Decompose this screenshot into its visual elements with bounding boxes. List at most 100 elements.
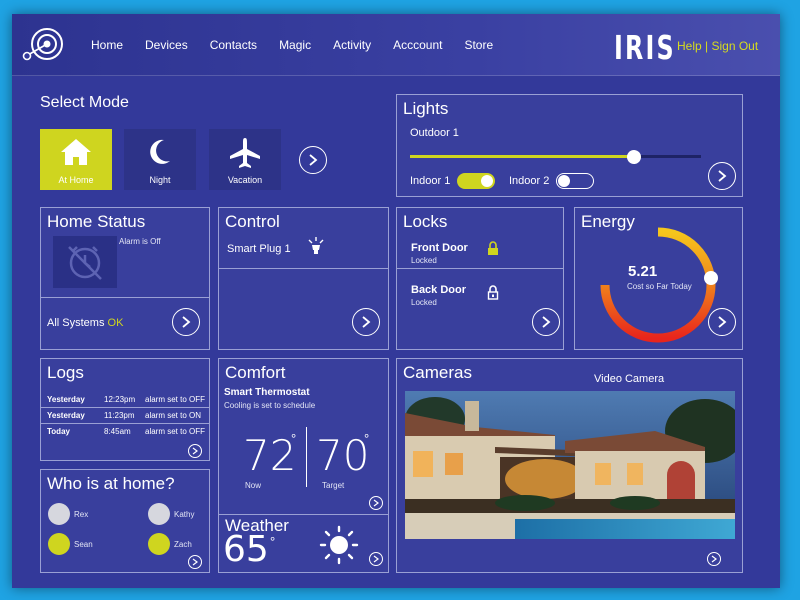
- logs-more-button[interactable]: [188, 444, 202, 458]
- header-links: Help | Sign Out: [677, 39, 758, 53]
- log-day: Today: [47, 427, 70, 436]
- log-day: Yesterday: [47, 395, 85, 404]
- nav-account[interactable]: Acccount: [393, 38, 442, 52]
- camera-feed-image[interactable]: [405, 391, 735, 539]
- energy-more-button[interactable]: [708, 308, 736, 336]
- control-more-button[interactable]: [352, 308, 380, 336]
- energy-panel: Energy 5.21 Cost so Far Today: [574, 207, 743, 350]
- slider-handle[interactable]: [627, 150, 642, 164]
- nav-store[interactable]: Store: [464, 38, 493, 52]
- lock-closed-icon[interactable]: [487, 241, 499, 256]
- target-label: Target: [322, 481, 345, 490]
- degree-symbol: °: [291, 431, 297, 446]
- chevron-right-icon: [718, 170, 727, 182]
- nav-contacts[interactable]: Contacts: [210, 38, 257, 52]
- person-avatar-kathy[interactable]: [148, 503, 170, 525]
- chevron-right-icon: [182, 316, 191, 328]
- outdoor-light-slider[interactable]: [410, 150, 701, 164]
- log-row: Yesterday 12:23pm alarm set to OFF: [41, 392, 209, 408]
- control-panel: Control Smart Plug 1: [218, 207, 389, 350]
- house-icon: [40, 137, 112, 169]
- person-avatar-rex[interactable]: [48, 503, 70, 525]
- locks-title: Locks: [403, 212, 448, 231]
- main-nav: Home Devices Contacts Magic Activity Acc…: [80, 14, 504, 76]
- indoor1-label: Indoor 1: [410, 175, 451, 187]
- nav-devices[interactable]: Devices: [145, 38, 188, 52]
- thermostat-status: Cooling is set to schedule: [224, 401, 316, 410]
- log-row: Yesterday 11:23pm alarm set to ON: [41, 408, 209, 424]
- lights-more-button[interactable]: [708, 162, 736, 190]
- logs-panel: Logs Yesterday 12:23pm alarm set to OFF …: [40, 358, 210, 461]
- moon-icon: [124, 137, 196, 169]
- panel-divider: [219, 268, 388, 269]
- log-row: Today 8:45am alarm set to OFF: [41, 424, 209, 440]
- front-door-name: Front Door: [411, 242, 468, 254]
- cameras-more-button[interactable]: [707, 552, 721, 566]
- systems-ok-badge: OK: [107, 317, 124, 329]
- comfort-more-button[interactable]: [369, 496, 383, 510]
- weather-more-button[interactable]: [369, 552, 383, 566]
- smart-plug-label[interactable]: Smart Plug 1: [227, 243, 291, 255]
- alarm-status-text: Alarm is Off: [119, 237, 161, 246]
- energy-value: 5.21: [628, 263, 658, 280]
- target-temperature[interactable]: 70: [316, 431, 369, 480]
- locks-panel: Locks Front Door Locked Back Door Locked: [396, 207, 564, 350]
- mode-label: At Home: [58, 175, 94, 185]
- iris-logo-icon[interactable]: [22, 24, 66, 68]
- back-door-name: Back Door: [411, 284, 467, 296]
- mode-next-button[interactable]: [299, 146, 327, 174]
- indoor2-toggle[interactable]: [556, 173, 594, 189]
- weather-temperature: 65: [223, 529, 269, 570]
- brand-logo: IRIS: [614, 28, 676, 67]
- dashboard: Home Devices Contacts Magic Activity Acc…: [12, 14, 780, 588]
- log-event: alarm set to ON: [145, 411, 202, 420]
- mode-label: Vacation: [227, 175, 263, 185]
- degree-symbol: °: [270, 534, 276, 549]
- mode-night-button[interactable]: Night: [124, 129, 196, 190]
- sign-out-link[interactable]: Sign Out: [711, 39, 758, 53]
- home-status-more-button[interactable]: [172, 308, 200, 336]
- home-status-title: Home Status: [47, 212, 146, 231]
- systems-label: All Systems: [47, 317, 105, 329]
- person-name: Sean: [74, 540, 93, 549]
- back-door-state: Locked: [411, 298, 437, 307]
- alarm-tile[interactable]: [53, 236, 117, 288]
- who-home-more-button[interactable]: [188, 555, 202, 569]
- nav-home[interactable]: Home: [91, 38, 123, 52]
- panel-divider: [397, 268, 563, 269]
- mode-vacation-button[interactable]: Vacation: [209, 129, 281, 190]
- control-title: Control: [225, 212, 280, 231]
- person-name: Kathy: [174, 510, 195, 519]
- toggle-knob: [481, 175, 493, 187]
- comfort-panel: Comfort Smart Thermostat Cooling is set …: [218, 358, 389, 573]
- cameras-title: Cameras: [403, 363, 472, 382]
- link-separator: |: [701, 39, 712, 53]
- chevron-right-icon: [711, 555, 717, 563]
- airplane-icon: [209, 137, 281, 169]
- now-label: Now: [245, 481, 262, 490]
- select-mode-title: Select Mode: [40, 94, 129, 111]
- indoor2-label: Indoor 2: [509, 175, 550, 187]
- chevron-right-icon: [373, 555, 379, 563]
- chevron-right-icon: [373, 499, 379, 507]
- lights-panel: Lights Outdoor 1 Indoor 1 Indoor 2: [396, 94, 743, 197]
- degree-symbol: °: [364, 431, 370, 446]
- lock-icon[interactable]: [487, 285, 499, 300]
- thermostat-name: Smart Thermostat: [224, 387, 310, 398]
- person-avatar-sean[interactable]: [48, 533, 70, 555]
- person-name: Rex: [74, 510, 89, 519]
- mode-at-home-button[interactable]: At Home: [40, 129, 112, 190]
- locks-more-button[interactable]: [532, 308, 560, 336]
- help-link[interactable]: Help: [677, 39, 702, 53]
- person-name: Zach: [174, 540, 192, 549]
- person-avatar-zach[interactable]: [148, 533, 170, 555]
- plug-light-icon[interactable]: [307, 236, 325, 256]
- indoor1-toggle[interactable]: [457, 173, 495, 189]
- nav-activity[interactable]: Activity: [333, 38, 371, 52]
- log-event: alarm set to OFF: [145, 427, 206, 436]
- chevron-right-icon: [542, 316, 551, 328]
- nav-magic[interactable]: Magic: [279, 38, 311, 52]
- top-nav-bar: Home Devices Contacts Magic Activity Acc…: [12, 14, 780, 76]
- alarm-clock-off-icon: [68, 246, 102, 280]
- outdoor-light-label: Outdoor 1: [410, 127, 459, 139]
